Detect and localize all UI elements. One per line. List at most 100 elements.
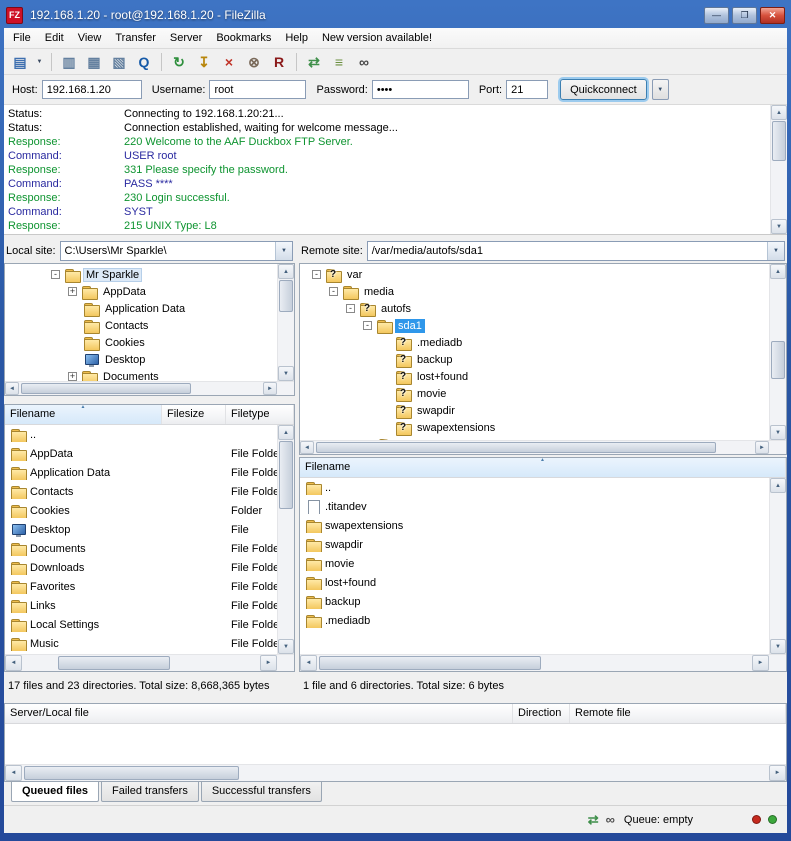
minimize-button[interactable]: — (704, 7, 729, 24)
menu-item-server[interactable]: Server (163, 29, 209, 47)
scrollbar-track[interactable] (770, 493, 786, 639)
tree-item-cookies[interactable]: Cookies (5, 334, 277, 351)
chevron-down-icon[interactable] (275, 242, 292, 260)
file-row-mediadb[interactable]: .mediadb (300, 611, 769, 630)
scrollbar-thumb[interactable] (24, 766, 239, 780)
local-site-combobox[interactable]: C:\Users\Mr Sparkle\ (60, 241, 293, 261)
file-row-desktop[interactable]: DesktopFile (5, 520, 277, 539)
scrollbar-track[interactable] (770, 279, 786, 425)
scrollbar-thumb[interactable] (319, 656, 541, 670)
file-row-item[interactable]: .. (5, 425, 277, 444)
titlebar[interactable]: FZ 192.168.1.20 - root@192.168.1.20 - Fi… (0, 0, 791, 28)
menu-item-file[interactable]: File (6, 29, 38, 47)
scrollbar-thumb[interactable] (58, 656, 170, 670)
scrollbar-track[interactable] (22, 765, 769, 781)
column-header-remote-file[interactable]: Remote file (570, 704, 786, 723)
refresh-button[interactable]: ↻ (167, 51, 191, 73)
file-row-downloads[interactable]: DownloadsFile Folder (5, 558, 277, 577)
scroll-down-button[interactable] (278, 639, 294, 654)
tree-item-contacts[interactable]: Contacts (5, 317, 277, 334)
file-row-contacts[interactable]: ContactsFile Folder (5, 482, 277, 501)
column-header-filename[interactable]: Filename▲ (300, 458, 786, 477)
local-tree-hscrollbar[interactable] (5, 381, 294, 395)
cancel-button[interactable]: × (217, 51, 241, 73)
maximize-button[interactable]: ❐ (732, 7, 757, 24)
tab-successful-transfers[interactable]: Successful transfers (201, 782, 322, 802)
scroll-down-button[interactable] (770, 425, 786, 440)
scrollbar-thumb[interactable] (21, 383, 191, 394)
column-header-filetype[interactable]: Filetype (226, 405, 294, 424)
remote-list-vscrollbar[interactable] (769, 478, 786, 654)
queue-hscrollbar[interactable] (5, 764, 786, 781)
file-row-application-data[interactable]: Application DataFile Folder (5, 463, 277, 482)
local-list-vscrollbar[interactable] (277, 425, 294, 654)
directory-comparison-button[interactable]: ≡ (327, 51, 351, 73)
scroll-right-button[interactable] (769, 765, 786, 781)
scrollbar-thumb[interactable] (771, 341, 785, 379)
toggle-message-log-button[interactable]: ▥ (57, 51, 81, 73)
tree-item-appdata[interactable]: +AppData (5, 283, 277, 300)
scroll-up-button[interactable] (770, 478, 786, 493)
collapse-icon[interactable]: - (51, 270, 60, 279)
collapse-icon[interactable]: - (312, 270, 321, 279)
expand-icon[interactable]: + (68, 372, 77, 381)
scroll-left-button[interactable] (5, 382, 19, 395)
tree-item-application-data[interactable]: Application Data (5, 300, 277, 317)
tab-failed-transfers[interactable]: Failed transfers (101, 782, 199, 802)
local-tree-splitter[interactable] (4, 396, 295, 404)
scrollbar-track[interactable] (278, 440, 294, 639)
username-input[interactable] (209, 80, 306, 99)
process-queue-button[interactable]: ↧ (192, 51, 216, 73)
tree-item-movie[interactable]: ?movie (300, 385, 769, 402)
password-input[interactable] (372, 80, 469, 99)
file-row-swapdir[interactable]: swapdir (300, 535, 769, 554)
remote-tree-hscrollbar[interactable] (300, 440, 786, 454)
column-header-filename[interactable]: Filename▲ (5, 405, 162, 424)
scroll-down-button[interactable] (771, 219, 787, 234)
remote-list-hscrollbar[interactable] (300, 654, 786, 671)
menu-item-transfer[interactable]: Transfer (108, 29, 163, 47)
toggle-queue-button[interactable]: Q (132, 51, 156, 73)
scroll-left-button[interactable] (300, 441, 314, 454)
tree-item-swapextensions[interactable]: ?swapextensions (300, 419, 769, 436)
file-row-favorites[interactable]: FavoritesFile Folder (5, 577, 277, 596)
port-input[interactable] (506, 80, 548, 99)
file-row-links[interactable]: LinksFile Folder (5, 596, 277, 615)
tree-item-var[interactable]: -?var (300, 266, 769, 283)
toggle-local-tree-button[interactable]: ▦ (82, 51, 106, 73)
reconnect-button[interactable]: R (267, 51, 291, 73)
tree-item-autofs[interactable]: -?autofs (300, 300, 769, 317)
filter-button[interactable]: ∞ (352, 51, 376, 73)
scrollbar-track[interactable] (314, 441, 755, 454)
scrollbar-track[interactable] (278, 279, 294, 366)
tree-item-mr-sparkle[interactable]: -Mr Sparkle (5, 266, 277, 283)
scroll-up-button[interactable] (771, 105, 787, 120)
scrollbar-thumb[interactable] (279, 441, 293, 509)
file-row-appdata[interactable]: AppDataFile Folder (5, 444, 277, 463)
synchronized-browsing-button[interactable]: ⇄ (302, 51, 326, 73)
scrollbar-track[interactable] (19, 382, 263, 395)
file-row-lost-found[interactable]: lost+found (300, 573, 769, 592)
remote-site-combobox[interactable]: /var/media/autofs/sda1 (367, 241, 785, 261)
menu-item-bookmarks[interactable]: Bookmarks (209, 29, 278, 47)
column-header-direction[interactable]: Direction (513, 704, 570, 723)
close-button[interactable]: ✕ (760, 7, 785, 24)
tree-item-mediadb[interactable]: ?.mediadb (300, 334, 769, 351)
site-manager-dropdown-button[interactable]: ▼ (33, 51, 46, 73)
tree-item-swapdir[interactable]: ?swapdir (300, 402, 769, 419)
file-row-item[interactable]: .. (300, 478, 769, 497)
scroll-down-button[interactable] (278, 366, 294, 381)
file-row-backup[interactable]: backup (300, 592, 769, 611)
tree-item-lost-found[interactable]: ?lost+found (300, 368, 769, 385)
expand-icon[interactable]: + (68, 287, 77, 296)
toggle-remote-tree-button[interactable]: ▧ (107, 51, 131, 73)
tree-item-desktop[interactable]: Desktop (5, 351, 277, 368)
file-row-titandev[interactable]: .titandev (300, 497, 769, 516)
menu-item-new-version-available[interactable]: New version available! (315, 29, 439, 47)
scrollbar-thumb[interactable] (279, 280, 293, 312)
scroll-left-button[interactable] (5, 655, 22, 671)
collapse-icon[interactable]: - (329, 287, 338, 296)
scroll-left-button[interactable] (5, 765, 22, 781)
site-manager-button[interactable]: ▤ (8, 51, 32, 73)
scrollbar-track[interactable] (771, 120, 787, 219)
